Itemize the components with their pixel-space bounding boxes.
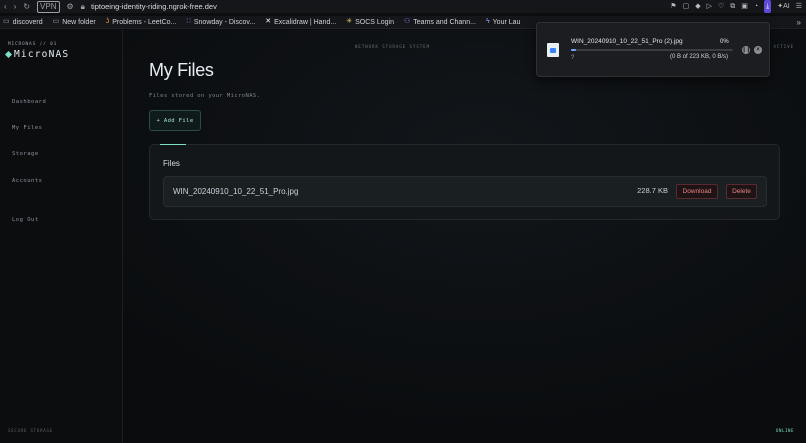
pause-icon[interactable]: ❙❙ — [742, 46, 750, 54]
sidebar: MICRONAS // 01 MicroNAS Dashboard My Fil… — [0, 30, 123, 443]
delete-button[interactable]: Delete — [726, 184, 757, 199]
download-progress-track — [571, 49, 733, 51]
leetcode-icon: ʖ — [105, 18, 110, 25]
browser-toolbar: ‹ › ↻ VPN ⚙ 🔒︎ tiptoeing-identity-riding… — [0, 0, 806, 13]
files-panel-title: Files — [163, 159, 180, 168]
profile-icon[interactable]: ◔ — [754, 0, 758, 13]
sidebar-item-my-files[interactable]: My Files — [12, 125, 43, 131]
back-icon[interactable]: ‹ — [4, 2, 7, 12]
files-panel: Files WIN_20240910_10_22_51_Pro.jpg 228.… — [149, 144, 780, 220]
ai-button[interactable]: ✦AI — [777, 0, 790, 13]
image-file-icon — [547, 43, 559, 57]
menu-icon[interactable]: ☰ — [796, 0, 802, 13]
bookmarks-overflow-icon[interactable]: » — [797, 16, 801, 29]
address-bar[interactable]: tiptoeing-identity-riding.ngrok-free.dev — [91, 2, 217, 11]
add-file-button[interactable]: + Add File — [149, 110, 201, 131]
reload-icon[interactable]: ↻ — [23, 2, 30, 12]
bookmark-new-folder[interactable]: ▭ New folder — [53, 18, 96, 26]
bookmark-discoverd[interactable]: ▭ discoverd — [3, 18, 43, 26]
ai-label: AI — [783, 3, 790, 10]
file-name: WIN_20240910_10_22_51_Pro.jpg — [173, 187, 299, 196]
bookmark-socs[interactable]: ✳ SOCS Login — [346, 18, 394, 26]
screenshot-icon[interactable]: ▢ — [683, 0, 690, 13]
site-settings-icon[interactable]: ⚙ — [67, 2, 74, 12]
bookmark-snowday[interactable]: ∷ Snowday - Discov... — [186, 18, 255, 26]
folder-icon: ▭ — [52, 18, 60, 25]
diamond-icon — [4, 50, 13, 59]
brand-logo: MicroNAS — [4, 49, 70, 60]
bookmark-label: SOCS Login — [355, 18, 394, 26]
bookmark-label: Problems - LeetCo... — [112, 18, 177, 26]
vpn-badge[interactable]: VPN — [37, 0, 60, 13]
download-percent: 0% — [720, 39, 729, 45]
bookmark-teams[interactable]: ⚇ Teams and Chann... — [404, 18, 476, 26]
brand-name: MicroNAS — [14, 49, 70, 60]
bookmark-your-lau[interactable]: ϟ Your Lau — [486, 18, 521, 26]
lock-icon[interactable]: 🔒︎ — [81, 2, 85, 12]
page-subtitle: Files stored on your MicroNAS. — [149, 93, 261, 99]
bookmark-label: Your Lau — [492, 18, 521, 26]
wallet-icon[interactable]: ▣ — [741, 0, 748, 13]
brand-subtitle: MICRONAS // 01 — [8, 42, 58, 47]
page-title: My Files — [149, 60, 214, 80]
shield-icon[interactable]: ◆ — [695, 0, 700, 13]
star-icon: ✳ — [346, 18, 353, 25]
sidebar-item-storage[interactable]: Storage — [12, 151, 39, 157]
bookmark-excalidraw[interactable]: ✕ Excalidraw | Hand... — [265, 18, 336, 26]
close-icon[interactable]: × — [754, 46, 762, 54]
browser-nav: ‹ › ↻ VPN ⚙ 🔒︎ — [0, 0, 85, 13]
downloads-icon[interactable]: ⤓ — [764, 0, 772, 13]
app-root: MICRONAS // 01 MicroNAS Dashboard My Fil… — [0, 30, 806, 443]
sidebar-footer: SECURE STORAGE — [8, 428, 53, 433]
bookmark-label: Excalidraw | Hand... — [274, 18, 337, 26]
excalidraw-icon: ✕ — [265, 18, 272, 25]
sidebar-item-accounts[interactable]: Accounts — [12, 178, 43, 184]
sidebar-item-dashboard[interactable]: Dashboard — [12, 99, 46, 105]
file-size: 228.7 KB — [637, 186, 668, 195]
bookmark-label: Snowday - Discov... — [193, 18, 256, 26]
bookmark-label: New folder — [62, 18, 96, 26]
bolt-icon: ϟ — [485, 18, 490, 25]
forward-icon[interactable]: › — [14, 2, 17, 12]
play-icon[interactable]: ▷ — [707, 0, 712, 13]
bookmark-label: Teams and Chann... — [413, 18, 476, 26]
bookmark-icon[interactable]: ⚑ — [670, 0, 676, 13]
panel-accent — [160, 144, 186, 145]
bookmark-leetcode[interactable]: ʖ Problems - LeetCo... — [106, 18, 177, 26]
download-status: (0 B of 223 KB, 0 B/s) — [670, 54, 729, 60]
folder-icon: ▭ — [3, 18, 10, 25]
bookmark-label: discoverd — [12, 18, 43, 26]
download-file-name[interactable]: WIN_20240910_10_22_51_Pro (2).jpg — [571, 38, 683, 45]
download-popup: WIN_20240910_10_22_51_Pro (2).jpg 0% ? (… — [536, 22, 770, 77]
system-label: NETWORK STORAGE SYSTEM — [355, 44, 430, 49]
status-badge: ACTIVE — [773, 44, 794, 49]
browser-actions: ⚑ ▢ ◆ ▷ ♡ ⧉ ▣ ◔ ⤓ ✦AI ☰ — [670, 0, 802, 13]
discord-icon: ∷ — [186, 18, 191, 25]
heart-icon[interactable]: ♡ — [718, 0, 724, 13]
table-row: WIN_20240910_10_22_51_Pro.jpg 228.7 KB D… — [163, 176, 767, 207]
sidebar-item-log-out[interactable]: Log Out — [12, 217, 39, 223]
download-progress-fill — [571, 49, 576, 51]
teams-icon: ⚇ — [404, 18, 411, 25]
online-status: ONLINE — [775, 428, 794, 433]
extensions-icon[interactable]: ⧉ — [730, 0, 735, 13]
download-unknown-status: ? — [571, 55, 575, 61]
download-button[interactable]: Download — [676, 184, 718, 199]
